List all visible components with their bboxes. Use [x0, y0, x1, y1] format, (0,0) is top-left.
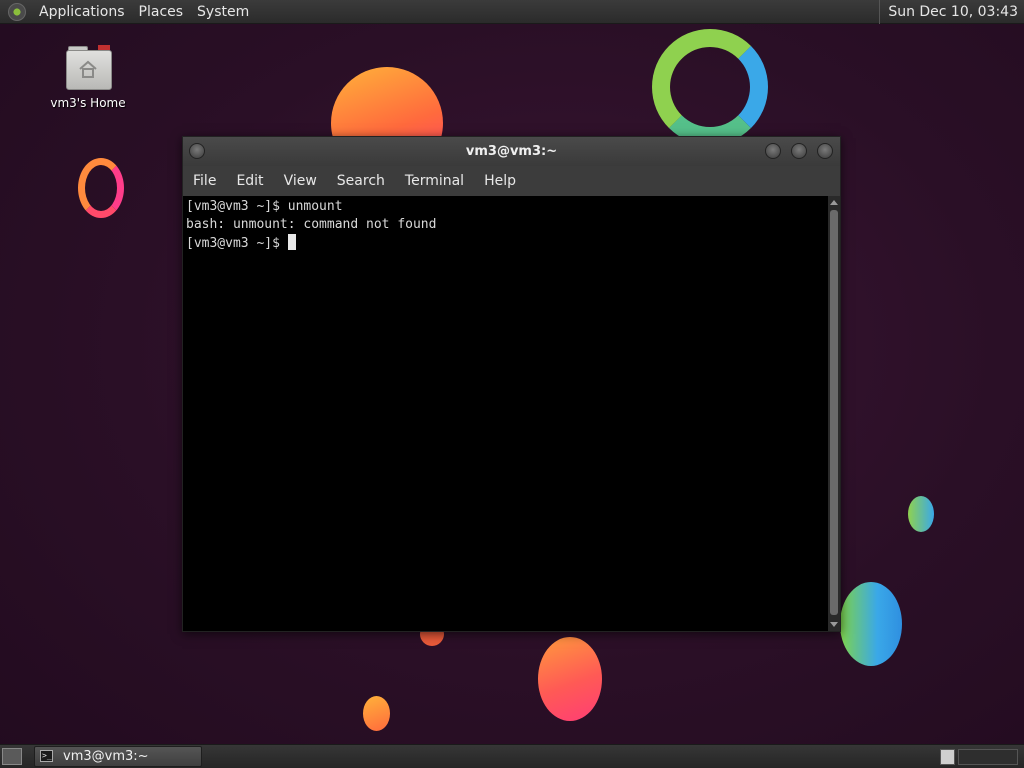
wallpaper-blob-orange: [538, 637, 602, 721]
menu-places[interactable]: Places: [132, 4, 191, 20]
close-button[interactable]: [817, 143, 833, 159]
terminal-scrollbar[interactable]: [828, 196, 840, 631]
terminal-line: bash: unmount: command not found: [186, 217, 437, 232]
maximize-button[interactable]: [791, 143, 807, 159]
text-cursor: [287, 234, 296, 250]
wallpaper-blob-small: [908, 496, 934, 532]
panel-clock[interactable]: Sun Dec 10, 03:43: [879, 0, 1018, 24]
desktop-icon-label: vm3's Home: [50, 96, 126, 110]
bottom-panel: >_ vm3@vm3:~: [0, 744, 1024, 768]
menu-system[interactable]: System: [190, 4, 256, 20]
desktop-icon-home[interactable]: vm3's Home: [38, 44, 138, 116]
workspace-switcher-1[interactable]: [940, 749, 955, 765]
top-panel: Applications Places System Sun Dec 10, 0…: [0, 0, 1024, 24]
window-titlebar[interactable]: vm3@vm3:~: [183, 137, 840, 166]
taskbar-item-label: vm3@vm3:~: [63, 749, 149, 764]
menu-help[interactable]: Help: [474, 173, 526, 189]
workspace-switcher-2[interactable]: [958, 749, 1018, 765]
wallpaper-blob-blue: [840, 582, 902, 666]
window-title: vm3@vm3:~: [465, 144, 558, 159]
taskbar-item-terminal[interactable]: >_ vm3@vm3:~: [34, 746, 202, 767]
menu-applications[interactable]: Applications: [32, 4, 132, 20]
distro-logo-icon[interactable]: [8, 2, 26, 21]
terminal-menubar: File Edit View Search Terminal Help: [183, 166, 840, 196]
minimize-button[interactable]: [765, 143, 781, 159]
menu-terminal[interactable]: Terminal: [395, 173, 474, 189]
scroll-down-icon[interactable]: [830, 622, 838, 627]
terminal-prompt-line: [vm3@vm3 ~]$: [186, 234, 828, 253]
menu-view[interactable]: View: [274, 173, 327, 189]
menu-search[interactable]: Search: [327, 173, 395, 189]
show-desktop-icon[interactable]: [2, 748, 22, 765]
terminal-line: [vm3@vm3 ~]$ unmount: [186, 199, 343, 214]
menu-file[interactable]: File: [183, 173, 226, 189]
home-folder-icon: [64, 44, 112, 90]
scroll-thumb[interactable]: [830, 210, 838, 615]
wallpaper-ring-small: [78, 158, 124, 218]
menu-edit[interactable]: Edit: [226, 173, 273, 189]
terminal-prompt: [vm3@vm3 ~]$: [186, 236, 288, 251]
terminal-window[interactable]: vm3@vm3:~ File Edit View Search Terminal…: [182, 136, 841, 632]
window-menu-icon[interactable]: [189, 143, 205, 159]
terminal-output[interactable]: [vm3@vm3 ~]$ unmount bash: unmount: comma…: [183, 196, 828, 631]
wallpaper-ring: [652, 29, 768, 145]
wallpaper-blob-tiny: [363, 696, 390, 731]
scroll-up-icon[interactable]: [830, 200, 838, 205]
terminal-icon: >_: [40, 750, 53, 762]
